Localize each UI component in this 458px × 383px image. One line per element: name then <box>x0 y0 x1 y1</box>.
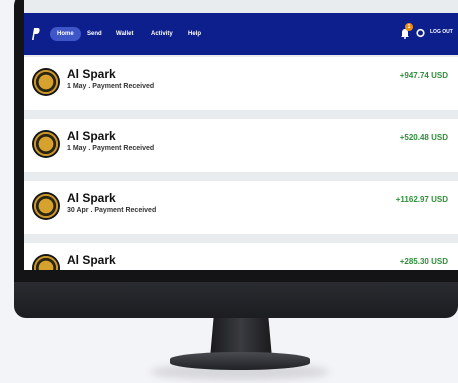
transaction-amount: +1162.97 USD <box>395 195 448 204</box>
transaction-amount: +285.30 USD <box>399 257 448 266</box>
nav-send[interactable]: Send <box>87 27 102 41</box>
transaction-name: Al Spark <box>67 129 116 143</box>
transaction-row[interactable]: Al Spark +285.30 USD <box>24 243 458 270</box>
logout-link[interactable]: LOG OUT <box>430 29 453 35</box>
coin-avatar-icon <box>32 68 60 96</box>
transaction-name: Al Spark <box>67 67 116 81</box>
transaction-row[interactable]: Al Spark 1 May . Payment Received +947.7… <box>24 57 458 110</box>
coin-avatar-icon <box>32 130 60 158</box>
nav-home[interactable]: Home <box>50 27 81 41</box>
transaction-subtitle: 30 Apr . Payment Received <box>67 207 157 214</box>
transaction-amount: +947.74 USD <box>399 71 448 80</box>
nav-wallet[interactable]: Wallet <box>116 27 133 41</box>
transaction-subtitle: 1 May . Payment Received <box>67 145 155 152</box>
monitor-stand-base <box>170 352 310 370</box>
monitor-chin <box>14 282 458 318</box>
settings-gear-icon[interactable] <box>416 28 425 38</box>
nav-help[interactable]: Help <box>188 27 201 41</box>
top-nav-bar: Home Send Wallet Activity Help 1 LOG OUT <box>24 13 458 55</box>
transaction-row[interactable]: Al Spark 1 May . Payment Received +520.4… <box>24 119 458 172</box>
coin-avatar-icon <box>32 192 60 220</box>
paypal-logo-icon[interactable] <box>30 27 40 41</box>
coin-avatar-icon <box>32 254 60 270</box>
nav-activity[interactable]: Activity <box>151 27 173 41</box>
transaction-subtitle: 1 May . Payment Received <box>67 83 155 90</box>
transaction-amount: +520.48 USD <box>399 133 448 142</box>
monitor-screen: Home Send Wallet Activity Help 1 LOG OUT… <box>24 0 458 270</box>
notification-badge: 1 <box>405 23 413 31</box>
transaction-name: Al Spark <box>67 253 116 267</box>
transaction-row[interactable]: Al Spark 30 Apr . Payment Received +1162… <box>24 181 458 234</box>
transaction-name: Al Spark <box>67 191 116 205</box>
